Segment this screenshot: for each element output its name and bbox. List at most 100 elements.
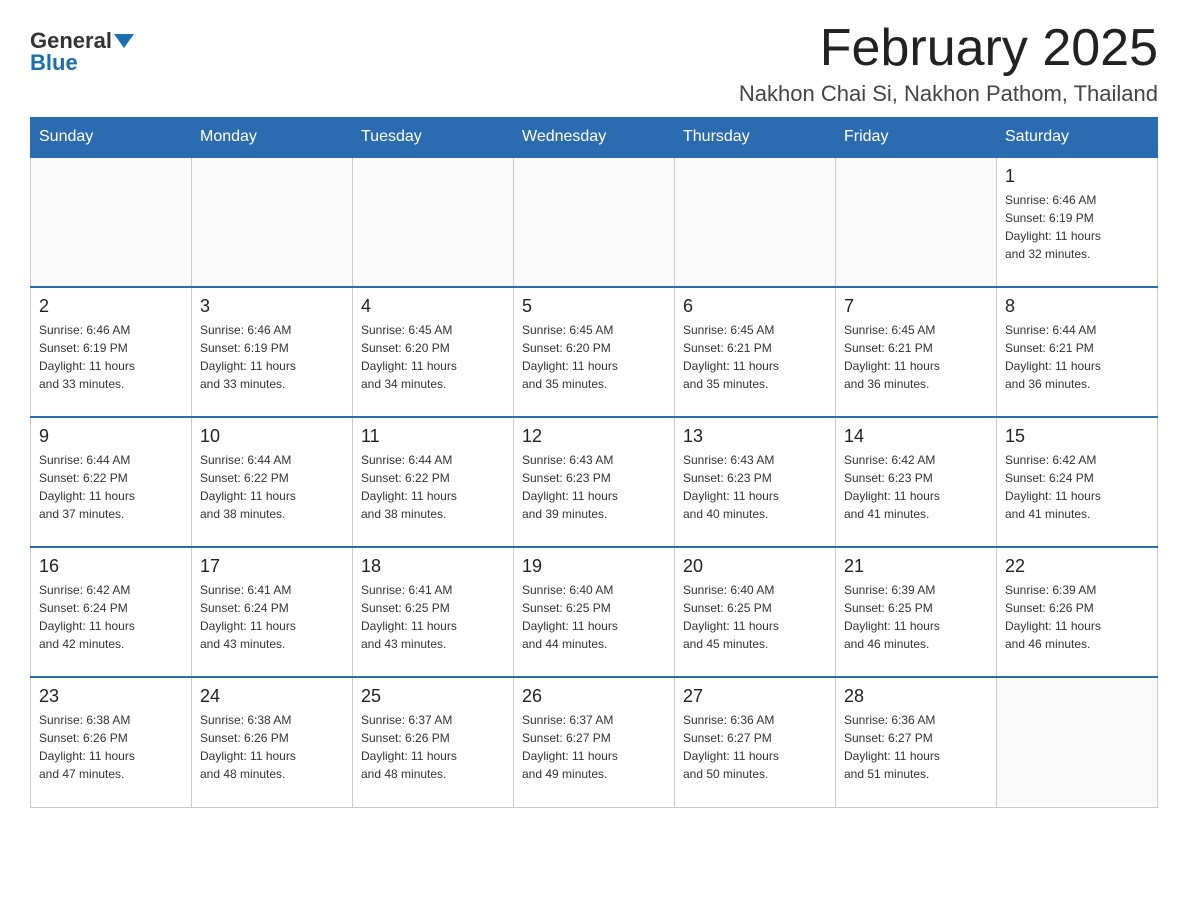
- calendar-cell: 17 Sunrise: 6:41 AM Sunset: 6:24 PM Dayli…: [192, 547, 353, 677]
- calendar-cell: 25 Sunrise: 6:37 AM Sunset: 6:26 PM Dayli…: [353, 677, 514, 807]
- week-row-2: 2Sunrise: 6:46 AM Sunset: 6:19 PM Daylig…: [31, 287, 1158, 417]
- calendar-cell: 12 Sunrise: 6:43 AM Sunset: 6:23 PM Dayli…: [514, 417, 675, 547]
- day-info: Sunrise: 6:37 AM Sunset: 6:26 PM Dayligh…: [361, 711, 505, 783]
- calendar-cell: 9 Sunrise: 6:44 AM Sunset: 6:22 PM Daylig…: [31, 417, 192, 547]
- calendar-cell: [514, 157, 675, 287]
- calendar-cell: 7 Sunrise: 6:45 AM Sunset: 6:21 PM Daylig…: [836, 287, 997, 417]
- day-info: Sunrise: 6:45 AM Sunset: 6:20 PM Dayligh…: [361, 321, 505, 393]
- calendar-cell: 21 Sunrise: 6:39 AM Sunset: 6:25 PM Dayli…: [836, 547, 997, 677]
- day-info: Sunrise: 6:43 AM Sunset: 6:23 PM Dayligh…: [522, 451, 666, 523]
- day-info: Sunrise: 6:38 AM Sunset: 6:26 PM Dayligh…: [39, 711, 183, 783]
- week-row-4: 16Sunrise: 6:42 AM Sunset: 6:24 PM Dayli…: [31, 547, 1158, 677]
- calendar-cell: 2Sunrise: 6:46 AM Sunset: 6:19 PM Daylig…: [31, 287, 192, 417]
- day-number: 17: [200, 556, 344, 577]
- calendar-cell: 5 Sunrise: 6:45 AM Sunset: 6:20 PM Daylig…: [514, 287, 675, 417]
- calendar-cell: 20 Sunrise: 6:40 AM Sunset: 6:25 PM Dayli…: [675, 547, 836, 677]
- day-number: 23: [39, 686, 183, 707]
- weekday-header-saturday: Saturday: [997, 118, 1158, 158]
- day-number: 22: [1005, 556, 1149, 577]
- calendar-cell: [192, 157, 353, 287]
- day-number: 28: [844, 686, 988, 707]
- calendar-cell: 11 Sunrise: 6:44 AM Sunset: 6:22 PM Dayli…: [353, 417, 514, 547]
- calendar-cell: 15Sunrise: 6:42 AM Sunset: 6:24 PM Dayli…: [997, 417, 1158, 547]
- calendar-cell: [675, 157, 836, 287]
- day-number: 13: [683, 426, 827, 447]
- weekday-header-friday: Friday: [836, 118, 997, 158]
- day-info: Sunrise: 6:37 AM Sunset: 6:27 PM Dayligh…: [522, 711, 666, 783]
- title-section: February 2025 Nakhon Chai Si, Nakhon Pat…: [739, 20, 1158, 107]
- calendar-cell: 23 Sunrise: 6:38 AM Sunset: 6:26 PM Dayli…: [31, 677, 192, 807]
- calendar-cell: 16Sunrise: 6:42 AM Sunset: 6:24 PM Dayli…: [31, 547, 192, 677]
- day-info: Sunrise: 6:38 AM Sunset: 6:26 PM Dayligh…: [200, 711, 344, 783]
- weekday-header-tuesday: Tuesday: [353, 118, 514, 158]
- weekday-header-row: SundayMondayTuesdayWednesdayThursdayFrid…: [31, 118, 1158, 158]
- calendar-cell: [353, 157, 514, 287]
- day-number: 24: [200, 686, 344, 707]
- day-number: 7: [844, 296, 988, 317]
- logo: General Blue: [30, 30, 134, 74]
- day-info: Sunrise: 6:36 AM Sunset: 6:27 PM Dayligh…: [844, 711, 988, 783]
- calendar-cell: 4 Sunrise: 6:45 AM Sunset: 6:20 PM Daylig…: [353, 287, 514, 417]
- day-number: 19: [522, 556, 666, 577]
- day-number: 10: [200, 426, 344, 447]
- calendar-cell: [997, 677, 1158, 807]
- day-info: Sunrise: 6:40 AM Sunset: 6:25 PM Dayligh…: [522, 581, 666, 653]
- day-info: Sunrise: 6:36 AM Sunset: 6:27 PM Dayligh…: [683, 711, 827, 783]
- day-info: Sunrise: 6:45 AM Sunset: 6:21 PM Dayligh…: [844, 321, 988, 393]
- calendar-cell: 18 Sunrise: 6:41 AM Sunset: 6:25 PM Dayli…: [353, 547, 514, 677]
- day-number: 6: [683, 296, 827, 317]
- day-number: 15: [1005, 426, 1149, 447]
- day-info: Sunrise: 6:46 AM Sunset: 6:19 PM Dayligh…: [1005, 191, 1149, 263]
- day-number: 3: [200, 296, 344, 317]
- day-info: Sunrise: 6:39 AM Sunset: 6:25 PM Dayligh…: [844, 581, 988, 653]
- day-info: Sunrise: 6:44 AM Sunset: 6:22 PM Dayligh…: [200, 451, 344, 523]
- weekday-header-monday: Monday: [192, 118, 353, 158]
- calendar-cell: [836, 157, 997, 287]
- day-info: Sunrise: 6:44 AM Sunset: 6:22 PM Dayligh…: [39, 451, 183, 523]
- day-number: 20: [683, 556, 827, 577]
- calendar-cell: 8 Sunrise: 6:44 AM Sunset: 6:21 PM Daylig…: [997, 287, 1158, 417]
- week-row-3: 9 Sunrise: 6:44 AM Sunset: 6:22 PM Daylig…: [31, 417, 1158, 547]
- calendar-cell: 1Sunrise: 6:46 AM Sunset: 6:19 PM Daylig…: [997, 157, 1158, 287]
- calendar-table: SundayMondayTuesdayWednesdayThursdayFrid…: [30, 117, 1158, 808]
- day-info: Sunrise: 6:46 AM Sunset: 6:19 PM Dayligh…: [39, 321, 183, 393]
- day-info: Sunrise: 6:39 AM Sunset: 6:26 PM Dayligh…: [1005, 581, 1149, 653]
- calendar-cell: 26Sunrise: 6:37 AM Sunset: 6:27 PM Dayli…: [514, 677, 675, 807]
- logo-blue-text: Blue: [30, 52, 78, 74]
- day-info: Sunrise: 6:45 AM Sunset: 6:20 PM Dayligh…: [522, 321, 666, 393]
- day-info: Sunrise: 6:42 AM Sunset: 6:23 PM Dayligh…: [844, 451, 988, 523]
- week-row-1: 1Sunrise: 6:46 AM Sunset: 6:19 PM Daylig…: [31, 157, 1158, 287]
- page-header: General Blue February 2025 Nakhon Chai S…: [30, 20, 1158, 107]
- weekday-header-wednesday: Wednesday: [514, 118, 675, 158]
- calendar-cell: 13 Sunrise: 6:43 AM Sunset: 6:23 PM Dayli…: [675, 417, 836, 547]
- week-row-5: 23 Sunrise: 6:38 AM Sunset: 6:26 PM Dayli…: [31, 677, 1158, 807]
- day-number: 4: [361, 296, 505, 317]
- calendar-cell: 19 Sunrise: 6:40 AM Sunset: 6:25 PM Dayli…: [514, 547, 675, 677]
- calendar-cell: 22 Sunrise: 6:39 AM Sunset: 6:26 PM Dayli…: [997, 547, 1158, 677]
- day-info: Sunrise: 6:41 AM Sunset: 6:24 PM Dayligh…: [200, 581, 344, 653]
- day-number: 18: [361, 556, 505, 577]
- day-info: Sunrise: 6:41 AM Sunset: 6:25 PM Dayligh…: [361, 581, 505, 653]
- day-number: 11: [361, 426, 505, 447]
- day-number: 8: [1005, 296, 1149, 317]
- calendar-cell: 27 Sunrise: 6:36 AM Sunset: 6:27 PM Dayli…: [675, 677, 836, 807]
- day-number: 12: [522, 426, 666, 447]
- location-title: Nakhon Chai Si, Nakhon Pathom, Thailand: [739, 81, 1158, 107]
- weekday-header-sunday: Sunday: [31, 118, 192, 158]
- logo-general-text: General: [30, 30, 112, 52]
- day-number: 21: [844, 556, 988, 577]
- day-number: 14: [844, 426, 988, 447]
- day-number: 27: [683, 686, 827, 707]
- day-number: 5: [522, 296, 666, 317]
- day-info: Sunrise: 6:44 AM Sunset: 6:22 PM Dayligh…: [361, 451, 505, 523]
- day-info: Sunrise: 6:44 AM Sunset: 6:21 PM Dayligh…: [1005, 321, 1149, 393]
- day-number: 25: [361, 686, 505, 707]
- day-number: 9: [39, 426, 183, 447]
- calendar-cell: 14 Sunrise: 6:42 AM Sunset: 6:23 PM Dayli…: [836, 417, 997, 547]
- day-info: Sunrise: 6:40 AM Sunset: 6:25 PM Dayligh…: [683, 581, 827, 653]
- calendar-cell: 28 Sunrise: 6:36 AM Sunset: 6:27 PM Dayli…: [836, 677, 997, 807]
- calendar-cell: 3Sunrise: 6:46 AM Sunset: 6:19 PM Daylig…: [192, 287, 353, 417]
- day-info: Sunrise: 6:43 AM Sunset: 6:23 PM Dayligh…: [683, 451, 827, 523]
- calendar-cell: 6Sunrise: 6:45 AM Sunset: 6:21 PM Daylig…: [675, 287, 836, 417]
- calendar-cell: 24 Sunrise: 6:38 AM Sunset: 6:26 PM Dayli…: [192, 677, 353, 807]
